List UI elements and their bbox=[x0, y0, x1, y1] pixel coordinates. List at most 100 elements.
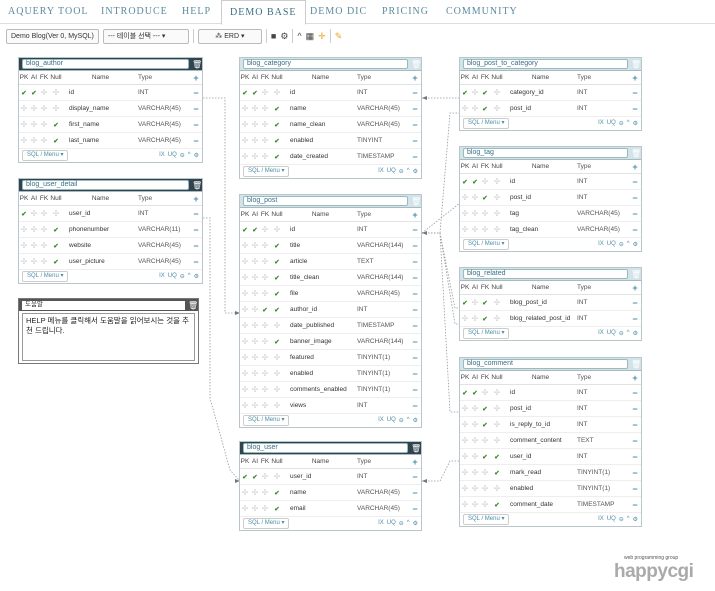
null-toggle[interactable]: ✢ bbox=[490, 388, 504, 397]
collapse-up-icon[interactable]: ^ bbox=[407, 168, 410, 175]
table-name[interactable]: blog_user bbox=[243, 443, 408, 453]
unique-button[interactable]: UQ bbox=[387, 168, 396, 175]
table-row[interactable]: ✢ ✢ ✢ ✢ date_published TIMESTAMP − bbox=[240, 318, 421, 334]
fk-toggle[interactable]: ✔ bbox=[480, 299, 490, 307]
table-row[interactable]: ✢ ✢ ✔ ✢ is_reply_to_id INT − bbox=[460, 417, 641, 433]
table-row[interactable]: ✔ ✔ ✢ ✢ user_id INT − bbox=[240, 469, 421, 485]
column-type[interactable]: TEXT bbox=[577, 437, 629, 444]
column-type[interactable]: TINYINT bbox=[357, 137, 409, 144]
pk-toggle[interactable]: ✢ bbox=[240, 337, 250, 346]
sql-menu-button[interactable]: SQL / Menu ▾ bbox=[463, 514, 510, 525]
ai-toggle[interactable]: ✢ bbox=[470, 436, 480, 445]
table-row[interactable]: ✔ ✔ ✢ ✢ id INT − bbox=[460, 385, 641, 401]
pk-toggle[interactable]: ✢ bbox=[460, 225, 470, 234]
column-name[interactable]: tag bbox=[504, 210, 577, 217]
sql-menu-button[interactable]: SQL / Menu ▾ bbox=[243, 166, 290, 177]
null-toggle[interactable]: ✔ bbox=[270, 137, 284, 145]
pk-toggle[interactable]: ✢ bbox=[240, 289, 250, 298]
remove-column-icon[interactable]: − bbox=[629, 452, 641, 462]
ai-toggle[interactable]: ✢ bbox=[250, 488, 260, 497]
null-toggle[interactable]: ✢ bbox=[490, 298, 504, 307]
remove-column-icon[interactable]: − bbox=[629, 104, 641, 114]
fk-toggle[interactable]: ✔ bbox=[480, 89, 490, 97]
table-row[interactable]: ✢ ✢ ✢ ✢ enabled TINYINT(1) − bbox=[240, 366, 421, 382]
ai-toggle[interactable]: ✢ bbox=[470, 104, 480, 113]
pk-toggle[interactable]: ✢ bbox=[240, 305, 250, 314]
column-name[interactable]: file bbox=[284, 290, 357, 297]
comment-icon[interactable]: ⊖ bbox=[180, 273, 185, 280]
column-name[interactable]: user_id bbox=[504, 453, 577, 460]
column-name[interactable]: tag_clean bbox=[504, 226, 577, 233]
pk-toggle[interactable]: ✔ bbox=[19, 89, 29, 97]
column-name[interactable]: title_clean bbox=[284, 274, 357, 281]
ai-toggle[interactable]: ✔ bbox=[470, 178, 480, 186]
column-type[interactable]: VARCHAR(144) bbox=[357, 242, 409, 249]
table-blog-tag[interactable]: blog_tag 🗑 PK AI FK Null Name Type + ✔ ✔ ✢ ✢ id INT − ✢ ✢… bbox=[459, 146, 642, 252]
null-toggle[interactable]: ✔ bbox=[270, 153, 284, 161]
column-type[interactable]: TINYINT(1) bbox=[357, 370, 409, 377]
fk-toggle[interactable]: ✢ bbox=[260, 225, 270, 234]
column-name[interactable]: mark_read bbox=[504, 469, 577, 476]
column-name[interactable]: date_published bbox=[284, 322, 357, 329]
table-row[interactable]: ✢ ✢ ✢ ✢ comments_enabled TINYINT(1) − bbox=[240, 382, 421, 398]
null-toggle[interactable]: ✔ bbox=[270, 242, 284, 250]
ai-toggle[interactable]: ✢ bbox=[250, 353, 260, 362]
column-type[interactable]: TINYINT(1) bbox=[357, 386, 409, 393]
gear-icon[interactable]: ⚙ bbox=[413, 417, 418, 424]
pk-toggle[interactable]: ✢ bbox=[240, 120, 250, 129]
null-toggle[interactable]: ✔ bbox=[270, 306, 284, 314]
column-name[interactable]: enabled bbox=[284, 137, 357, 144]
help-note-body[interactable]: HELP 메뉴를 클릭해서 도움말을 읽어보시는 것을 추천 드립니다. bbox=[22, 313, 195, 361]
pk-toggle[interactable]: ✔ bbox=[460, 299, 470, 307]
comment-icon[interactable]: ⊖ bbox=[619, 516, 624, 523]
column-type[interactable]: INT bbox=[577, 105, 629, 112]
table-blog-user-detail[interactable]: blog_user_detail 🗑 PK AI FK Null Name Type + ✔ ✢ ✢ ✢… bbox=[18, 178, 203, 284]
column-type[interactable]: INT bbox=[357, 306, 409, 313]
ai-toggle[interactable]: ✢ bbox=[470, 225, 480, 234]
column-name[interactable]: phonenumber bbox=[63, 226, 138, 233]
add-column-icon[interactable]: + bbox=[190, 73, 202, 83]
ai-toggle[interactable]: ✢ bbox=[250, 241, 260, 250]
gear-icon[interactable]: ⚙ bbox=[413, 168, 418, 175]
null-toggle[interactable]: ✢ bbox=[270, 369, 284, 378]
column-name[interactable]: blog_post_id bbox=[504, 299, 577, 306]
pk-toggle[interactable]: ✢ bbox=[240, 136, 250, 145]
null-toggle[interactable]: ✔ bbox=[490, 469, 504, 477]
collapse-up-icon[interactable]: ^ bbox=[627, 120, 630, 127]
null-toggle[interactable]: ✢ bbox=[49, 209, 63, 218]
column-name[interactable]: email bbox=[284, 505, 357, 512]
comment-icon[interactable]: ⊖ bbox=[399, 520, 404, 527]
table-row[interactable]: ✢ ✢ ✢ ✔ name VARCHAR(45) − bbox=[240, 101, 421, 117]
remove-column-icon[interactable]: − bbox=[409, 273, 421, 283]
fk-toggle[interactable]: ✢ bbox=[39, 136, 49, 145]
remove-column-icon[interactable]: − bbox=[629, 193, 641, 203]
table-blog-post[interactable]: blog_post 🗑 PK AI FK Null Name Type + ✔ ✔ ✢ ✢ id INT − ✢… bbox=[239, 194, 422, 428]
ai-toggle[interactable]: ✢ bbox=[250, 401, 260, 410]
null-toggle[interactable]: ✔ bbox=[270, 274, 284, 282]
table-row[interactable]: ✢ ✢ ✢ ✔ name_clean VARCHAR(45) − bbox=[240, 117, 421, 133]
column-type[interactable]: VARCHAR(45) bbox=[357, 105, 409, 112]
pk-toggle[interactable]: ✢ bbox=[240, 273, 250, 282]
column-type[interactable]: TINYINT(1) bbox=[577, 485, 629, 492]
table-row[interactable]: ✢ ✢ ✢ ✔ file VARCHAR(45) − bbox=[240, 286, 421, 302]
table-row[interactable]: ✔ ✢ ✔ ✢ category_id INT − bbox=[460, 85, 641, 101]
fk-toggle[interactable]: ✢ bbox=[260, 88, 270, 97]
sql-menu-button[interactable]: SQL / Menu ▾ bbox=[463, 239, 510, 250]
pk-toggle[interactable]: ✢ bbox=[240, 385, 250, 394]
column-name[interactable]: id bbox=[504, 178, 577, 185]
remove-column-icon[interactable]: − bbox=[409, 504, 421, 514]
table-row[interactable]: ✢ ✢ ✢ ✔ title VARCHAR(144) − bbox=[240, 238, 421, 254]
column-name[interactable]: post_id bbox=[504, 405, 577, 412]
remove-column-icon[interactable]: − bbox=[629, 388, 641, 398]
remove-column-icon[interactable]: − bbox=[629, 404, 641, 414]
ai-toggle[interactable]: ✢ bbox=[29, 104, 39, 113]
add-column-icon[interactable]: + bbox=[190, 194, 202, 204]
column-type[interactable]: INT bbox=[138, 89, 190, 96]
add-column-icon[interactable]: + bbox=[629, 283, 641, 293]
table-row[interactable]: ✢ ✢ ✔ ✢ post_id INT − bbox=[460, 101, 641, 117]
remove-column-icon[interactable]: − bbox=[409, 241, 421, 251]
remove-column-icon[interactable]: − bbox=[409, 104, 421, 114]
remove-column-icon[interactable]: − bbox=[409, 353, 421, 363]
fk-toggle[interactable]: ✢ bbox=[480, 436, 490, 445]
column-type[interactable]: INT bbox=[577, 299, 629, 306]
